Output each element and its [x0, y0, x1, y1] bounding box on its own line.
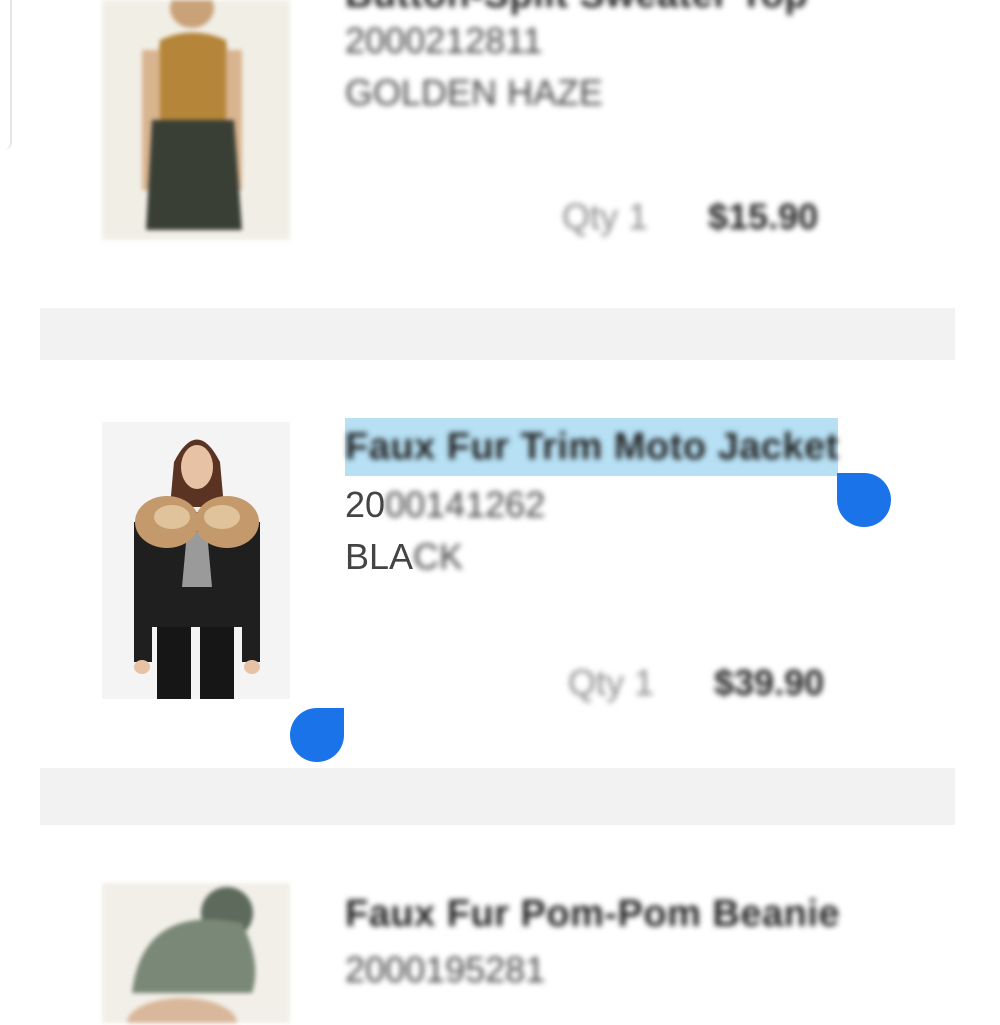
- item-sku: 2000212811: [345, 20, 543, 61]
- item-color: GOLDEN HAZE: [345, 72, 604, 113]
- color-rest: CK: [413, 536, 464, 577]
- sweater-photo: [102, 0, 290, 240]
- selection-handle-end-icon[interactable]: [837, 473, 891, 527]
- selection-handle-start-icon[interactable]: [290, 708, 344, 762]
- item-title[interactable]: Button-Split Sweater Top: [345, 0, 808, 17]
- item-price: $39.90: [714, 662, 825, 703]
- item-title[interactable]: Faux Fur Pom-Pom Beanie: [345, 893, 840, 936]
- item-color: BLACK: [345, 536, 463, 578]
- product-image-sweater[interactable]: [102, 0, 290, 240]
- item-title[interactable]: Faux Fur Trim Moto Jacket: [345, 426, 839, 469]
- item-sku: 2000141262: [345, 484, 545, 526]
- sku-prefix: 20: [345, 484, 386, 525]
- selected-title-highlight[interactable]: Faux Fur Trim Moto Jacket: [345, 418, 838, 476]
- cart-item-list: Button-Split Sweater Top 2000212811 GOLD…: [40, 0, 955, 1025]
- sku-rest: 00141262: [385, 484, 546, 525]
- product-image-jacket[interactable]: [102, 422, 290, 699]
- beanie-photo: [102, 883, 290, 1023]
- item-quantity[interactable]: Qty 1: [562, 196, 648, 238]
- item-sku: 2000195281: [345, 949, 546, 990]
- jacket-photo: [102, 422, 290, 699]
- cart-item[interactable]: Faux Fur Trim Moto Jacket 2000141262 BLA…: [40, 360, 955, 768]
- item-quantity[interactable]: Qty 1: [568, 662, 654, 704]
- cart-item[interactable]: Faux Fur Pom-Pom Beanie 2000195281: [40, 825, 955, 1025]
- item-price: $15.90: [708, 196, 819, 237]
- cart-item[interactable]: Button-Split Sweater Top 2000212811 GOLD…: [40, 0, 955, 308]
- left-edge-panel: [0, 0, 12, 150]
- product-image-beanie[interactable]: [102, 883, 290, 1023]
- color-prefix: BLA: [345, 536, 414, 577]
